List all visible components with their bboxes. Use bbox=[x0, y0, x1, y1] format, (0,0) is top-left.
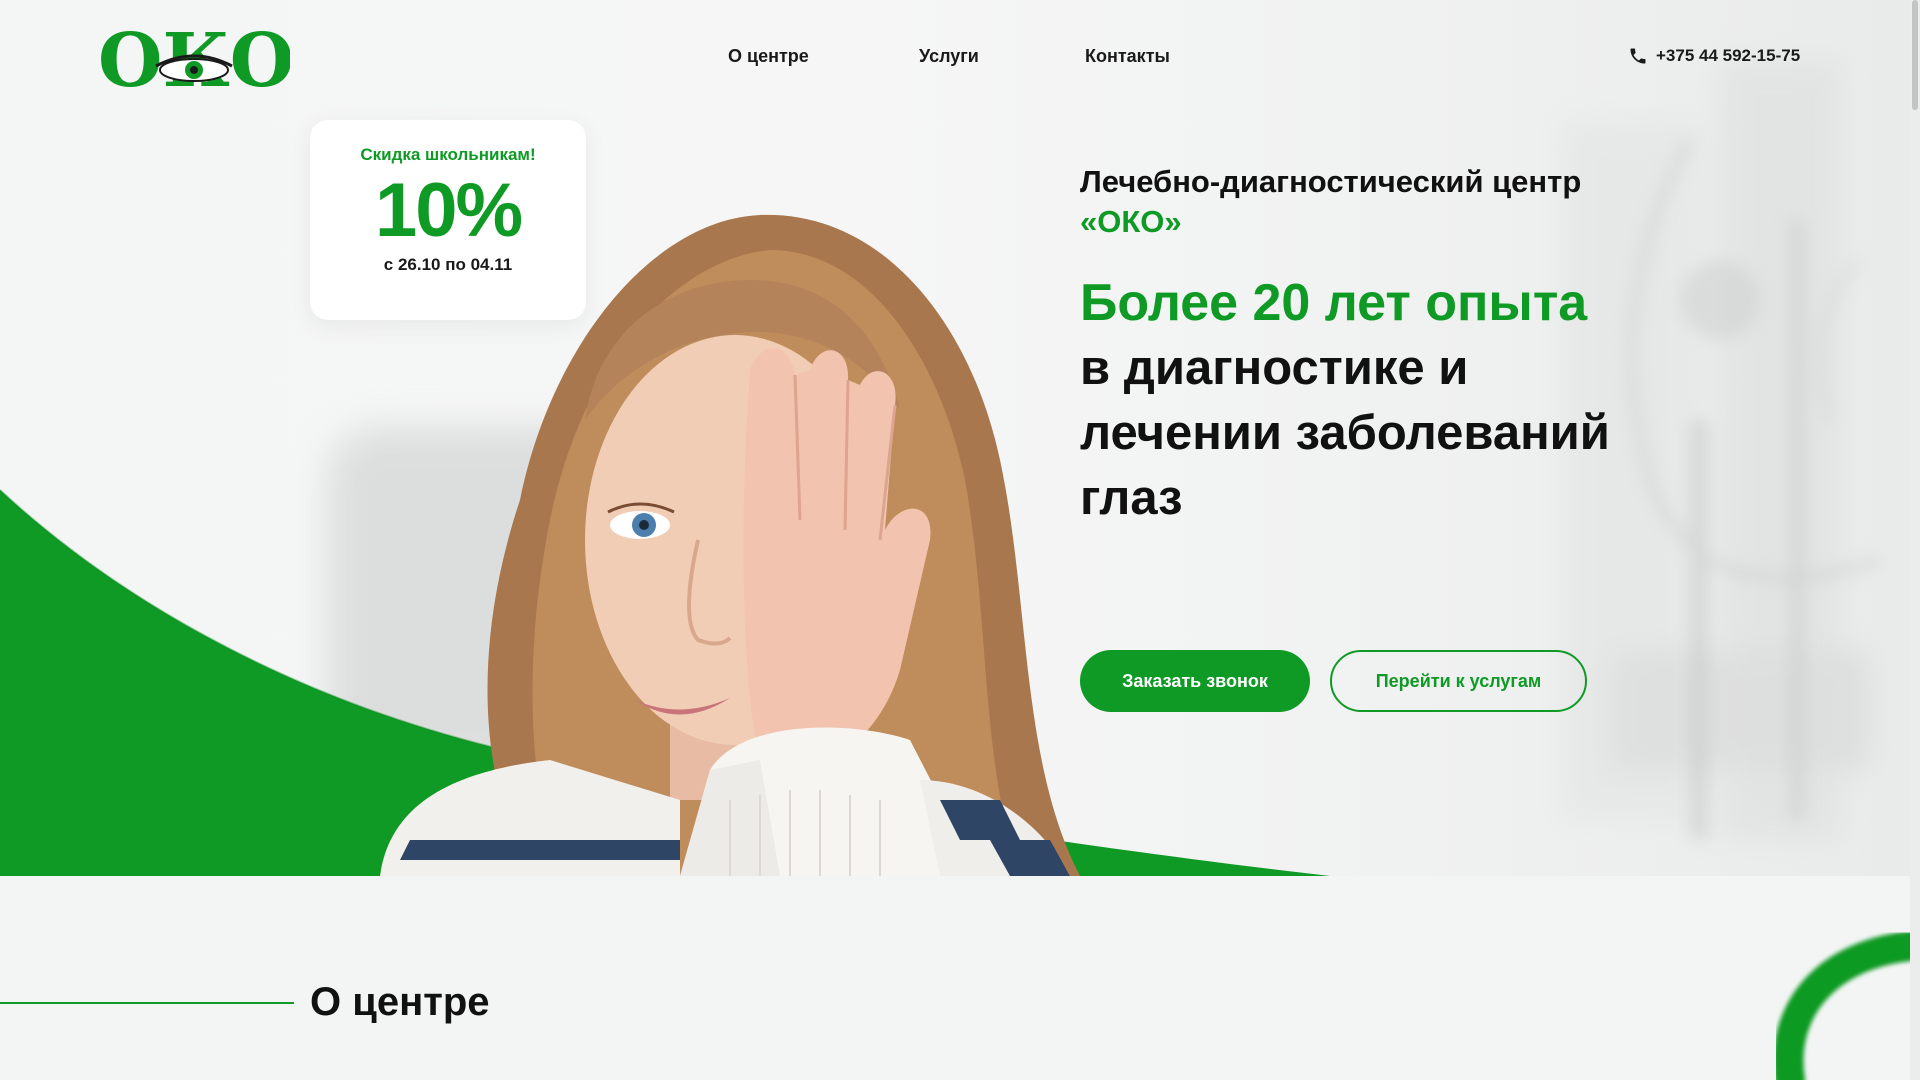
section-divider-line bbox=[0, 1002, 294, 1004]
nav-item-about[interactable]: О центре bbox=[728, 46, 809, 67]
promo-dates: с 26.10 по 04.11 bbox=[383, 255, 513, 274]
green-arc-decoration bbox=[1773, 931, 1910, 1080]
hero-subtitle-text: Лечебно-диагностический центр bbox=[1080, 164, 1582, 199]
about-section-title: О центре bbox=[310, 980, 490, 1024]
hero-headline: Более 20 лет опыта в диагностике и лечен… bbox=[1080, 270, 1640, 531]
hero-headline-accent: Более 20 лет опыта bbox=[1080, 274, 1588, 332]
promo-title: Скидка школьникам! bbox=[360, 145, 536, 164]
header-phone[interactable]: +375 44 592-15-75 bbox=[1628, 46, 1800, 66]
hero-subtitle: Лечебно-диагностический центр «ОКО» bbox=[1080, 162, 1640, 242]
phone-icon bbox=[1630, 48, 1646, 64]
scrollbar-thumb[interactable] bbox=[1912, 0, 1918, 110]
oko-logo[interactable]: ОКО bbox=[98, 22, 290, 94]
page-scrollbar[interactable] bbox=[1910, 0, 1920, 1080]
hero-section: ОКО О центре Услуги Контакты +375 44 592… bbox=[0, 0, 1910, 876]
nav-item-contacts[interactable]: Контакты bbox=[1085, 46, 1170, 67]
hero-subtitle-brand: «ОКО» bbox=[1080, 204, 1182, 239]
promo-card: Скидка школьникам! 10% с 26.10 по 04.11 bbox=[310, 120, 586, 320]
go-to-services-button[interactable]: Перейти к услугам bbox=[1330, 650, 1587, 712]
phone-number: +375 44 592-15-75 bbox=[1656, 46, 1801, 65]
nav-item-services[interactable]: Услуги bbox=[919, 46, 979, 67]
about-section: О центре bbox=[0, 876, 1910, 1080]
order-call-button[interactable]: Заказать звонок bbox=[1080, 650, 1310, 712]
promo-percent: 10% bbox=[374, 168, 523, 253]
hero-headline-main: в диагностике и лечении заболеваний глаз bbox=[1080, 341, 1610, 525]
